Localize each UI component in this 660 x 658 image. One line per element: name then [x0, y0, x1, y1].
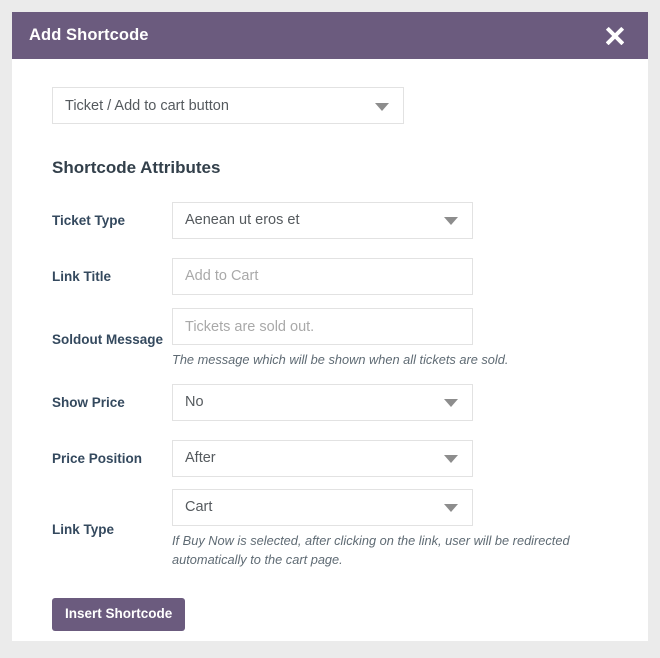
shortcode-attributes-form: Ticket Type Aenean ut eros et Link Title… [40, 192, 620, 572]
price-position-label: Price Position [52, 450, 143, 466]
link-type-field: Cart If Buy Now is selected, after click… [172, 488, 620, 569]
shortcode-attributes-heading: Shortcode Attributes [52, 158, 221, 177]
link-title-placeholder: Add to Cart [185, 268, 259, 284]
soldout-message-label: Soldout Message [52, 331, 164, 347]
row-soldout-message: Soldout Message Tickets are sold out. Th… [40, 304, 620, 374]
shortcode-type-value: Ticket / Add to cart button [65, 97, 229, 114]
price-position-field: After [172, 439, 620, 477]
link-type-value: Cart [185, 499, 213, 516]
ticket-type-label: Ticket Type [52, 212, 126, 228]
soldout-message-field: Tickets are sold out. The message which … [172, 308, 620, 370]
row-link-title: Link Title Add to Cart [40, 248, 620, 304]
soldout-message-input[interactable]: Tickets are sold out. [172, 308, 473, 346]
modal-body: Ticket / Add to cart button Shortcode At… [12, 59, 648, 631]
show-price-label: Show Price [52, 394, 125, 410]
link-type-select[interactable]: Cart [172, 488, 473, 526]
show-price-select[interactable]: No [172, 383, 473, 421]
link-title-field: Add to Cart [172, 257, 620, 295]
link-title-label: Link Title [52, 268, 112, 284]
row-price-position: Price Position After [40, 430, 620, 486]
ticket-type-select[interactable]: Aenean ut eros et [172, 201, 473, 239]
modal-footer: Insert Shortcode [40, 598, 620, 631]
row-link-type: Link Type Cart If Buy Now is selected, a… [40, 486, 620, 572]
link-title-input[interactable]: Add to Cart [172, 257, 473, 295]
close-icon[interactable] [602, 23, 628, 49]
show-price-field: No [172, 383, 620, 421]
insert-shortcode-button[interactable]: Insert Shortcode [52, 598, 186, 631]
modal-header: Add Shortcode [12, 12, 648, 59]
soldout-message-placeholder: Tickets are sold out. [185, 318, 315, 335]
row-ticket-type: Ticket Type Aenean ut eros et [40, 192, 620, 248]
ticket-type-field: Aenean ut eros et [172, 201, 620, 239]
soldout-message-help: The message which will be shown when all… [172, 352, 509, 368]
modal-title: Add Shortcode [29, 26, 149, 44]
price-position-select[interactable]: After [172, 439, 473, 477]
add-shortcode-modal: Add Shortcode Ticket / Add to cart butto… [12, 12, 648, 641]
row-show-price: Show Price No [40, 374, 620, 430]
price-position-value: After [185, 450, 216, 466]
link-type-help: If Buy Now is selected, after clicking o… [172, 532, 570, 567]
shortcode-type-select[interactable]: Ticket / Add to cart button [52, 87, 404, 124]
show-price-value: No [185, 394, 204, 410]
link-type-label: Link Type [52, 521, 115, 537]
ticket-type-value: Aenean ut eros et [185, 212, 300, 228]
